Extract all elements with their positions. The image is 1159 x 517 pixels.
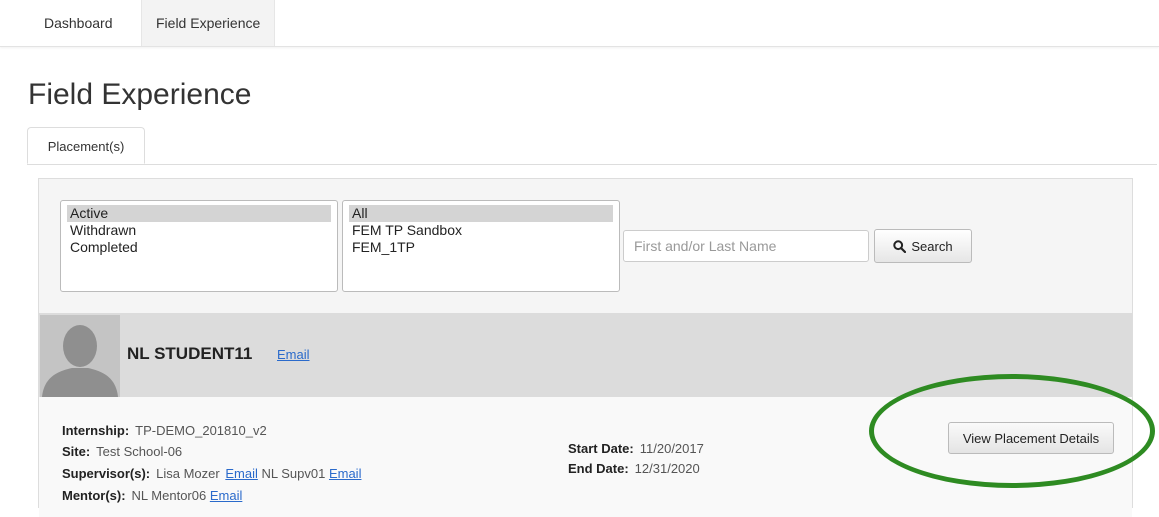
- mentor-email-link[interactable]: Email: [210, 488, 243, 503]
- program-option-fem-tp-sandbox[interactable]: FEM TP Sandbox: [349, 222, 613, 239]
- status-option-withdrawn[interactable]: Withdrawn: [67, 222, 331, 239]
- supervisors-label: Supervisor(s):: [62, 466, 151, 481]
- subtab-bar: [27, 164, 1157, 165]
- supervisor-2-email-link[interactable]: Email: [329, 466, 362, 481]
- site-row: Site: Test School-06: [62, 444, 182, 459]
- supervisor-1-email-link[interactable]: Email: [225, 466, 258, 481]
- tab-dashboard[interactable]: Dashboard: [30, 0, 127, 46]
- search-icon: [893, 239, 907, 253]
- supervisor-2-name: NL Supv01: [261, 466, 326, 481]
- mentors-row: Mentor(s): NL Mentor06 Email: [62, 488, 242, 503]
- status-option-completed[interactable]: Completed: [67, 239, 331, 256]
- search-button-label: Search: [911, 238, 953, 254]
- end-date-value: 12/31/2020: [634, 461, 700, 476]
- end-date-label: End Date:: [568, 461, 629, 476]
- internship-row: Internship: TP-DEMO_201810_v2: [62, 423, 267, 438]
- tab-field-experience[interactable]: Field Experience: [141, 0, 276, 46]
- internship-value: TP-DEMO_201810_v2: [135, 423, 267, 438]
- supervisors-row: Supervisor(s): Lisa Mozer Email NL Supv01…: [62, 466, 361, 481]
- view-placement-details-button[interactable]: View Placement Details: [948, 422, 1114, 454]
- status-option-active[interactable]: Active: [67, 205, 331, 222]
- top-nav: Dashboard Field Experience: [0, 0, 1159, 47]
- student-email-link[interactable]: Email: [277, 347, 310, 362]
- site-value: Test School-06: [96, 444, 183, 459]
- person-silhouette-icon: [40, 315, 120, 397]
- name-search-input[interactable]: [623, 230, 869, 262]
- avatar: [40, 315, 120, 397]
- student-name: NL STUDENT11: [127, 344, 253, 363]
- page-title: Field Experience: [28, 78, 252, 111]
- start-date-label: Start Date:: [568, 441, 634, 456]
- end-date-row: End Date: 12/31/2020: [568, 461, 700, 476]
- mentor-name: NL Mentor06: [131, 488, 207, 503]
- supervisor-1-name: Lisa Mozer: [156, 466, 220, 481]
- search-button[interactable]: Search: [874, 229, 972, 263]
- status-listbox[interactable]: Active Withdrawn Completed: [60, 200, 338, 292]
- program-listbox[interactable]: All FEM TP Sandbox FEM_1TP: [342, 200, 620, 292]
- internship-label: Internship:: [62, 423, 130, 438]
- site-label: Site:: [62, 444, 91, 459]
- tab-placements[interactable]: Placement(s): [27, 127, 145, 164]
- program-option-all[interactable]: All: [349, 205, 613, 222]
- start-date-value: 11/20/2017: [639, 441, 704, 456]
- mentors-label: Mentor(s):: [62, 488, 126, 503]
- program-option-fem-1tp[interactable]: FEM_1TP: [349, 239, 613, 256]
- start-date-row: Start Date: 11/20/2017: [568, 441, 704, 456]
